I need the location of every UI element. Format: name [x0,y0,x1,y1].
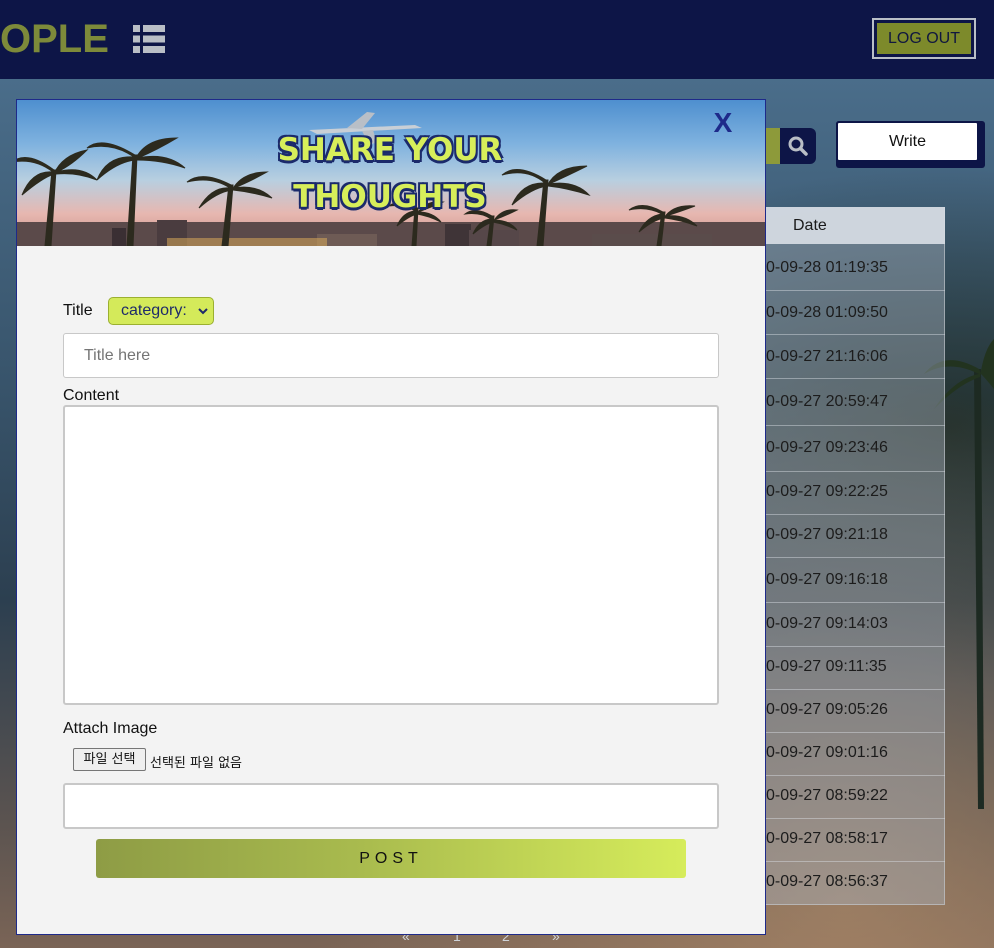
row-divider [766,818,945,819]
date-cell: 0-09-28 01:19:35 [766,259,888,276]
hero-title-line-2: THOUGHTS [293,179,487,215]
date-cell: 0-09-27 09:05:26 [766,701,888,718]
search-input-edge[interactable] [766,128,780,164]
file-status-text: 선택된 파일 없음 [150,756,242,771]
date-cell: 0-09-27 09:11:35 [766,658,887,675]
title-input[interactable]: Title here [63,333,719,378]
row-divider [766,646,945,647]
top-navigation-bar: OPLE LOG OUT [0,0,994,79]
brand-logo-text[interactable]: OPLE [0,16,109,62]
date-cell: 0-09-27 20:59:47 [766,393,888,410]
chevron-down-icon [198,308,208,315]
row-divider [766,775,945,776]
hero-title-line-1: SHARE YOUR [277,132,503,168]
content-textarea[interactable] [63,405,719,705]
row-divider [766,732,945,733]
search-icon [788,136,808,156]
write-post-modal: SHARE YOUR THOUGHTS X Title category: Ti… [16,99,766,935]
date-cell: 0-09-27 08:56:37 [766,873,888,890]
date-cell: 0-09-27 09:21:18 [766,526,888,543]
write-button[interactable]: Write [836,121,985,168]
row-divider [766,471,945,472]
date-cell: 0-09-27 08:59:22 [766,787,888,804]
category-selected-value: category: [121,302,187,319]
date-cell: 0-09-28 01:09:50 [766,304,888,321]
posts-table: Date 0-09-28 01:19:35 0-09-28 01:09:50 0… [766,207,945,905]
close-modal-button[interactable]: X [709,106,737,140]
list-icon[interactable] [133,24,165,54]
row-divider [766,861,945,862]
row-divider [766,689,945,690]
choose-file-button[interactable]: 파일 선택 [73,748,146,771]
post-button[interactable]: POST [96,839,686,878]
row-divider [766,334,945,335]
row-divider [766,378,945,379]
title-label: Title [63,302,93,319]
row-divider [766,602,945,603]
logout-button-label: LOG OUT [877,23,971,54]
write-button-label: Write [836,121,979,162]
modal-hero-banner: SHARE YOUR THOUGHTS X [17,100,765,246]
date-cell: 0-09-27 09:23:46 [766,439,888,456]
date-cell: 0-09-27 09:01:16 [766,744,888,761]
row-divider [766,514,945,515]
table-header: Date [766,207,945,244]
date-cell: 0-09-27 09:14:03 [766,615,888,632]
date-cell: 0-09-27 09:16:18 [766,571,888,588]
category-select[interactable]: category: [108,297,214,325]
row-divider [766,425,945,426]
date-cell: 0-09-27 09:22:25 [766,483,888,500]
date-column-header: Date [793,217,827,234]
content-label: Content [63,387,120,404]
date-cell: 0-09-27 21:16:06 [766,348,888,365]
row-divider [766,290,945,291]
image-url-input[interactable] [63,783,719,829]
row-divider [766,557,945,558]
search-button[interactable] [780,128,816,164]
logout-button[interactable]: LOG OUT [872,18,976,59]
date-cell: 0-09-27 08:58:17 [766,830,888,847]
attach-image-label: Attach Image [63,720,158,737]
